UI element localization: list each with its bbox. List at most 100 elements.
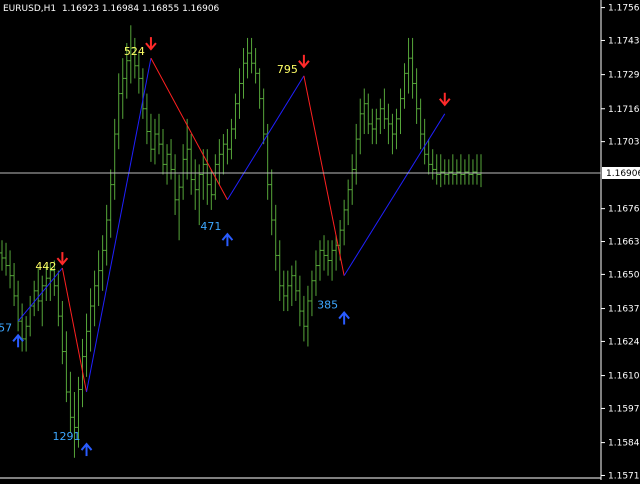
ohlc-bar — [20, 303, 25, 352]
signal-label: 1291 — [53, 430, 81, 443]
ohlc-bar — [281, 270, 286, 312]
ohlc-bar — [309, 270, 314, 317]
ohlc-bar — [454, 159, 459, 185]
signal-markers: 157 442 1291 524 471 795 385 — [0, 37, 451, 457]
ohlc-bar — [330, 240, 335, 281]
ohlc-bar — [100, 235, 105, 291]
sell-arrow-icon — [56, 252, 69, 266]
ohlc-bar — [450, 154, 455, 185]
price-tick-label: 1.15840 — [608, 439, 640, 449]
ohlc-bar — [8, 250, 13, 289]
ohlc-bar — [322, 235, 327, 271]
ohlc-bar — [458, 154, 463, 185]
ohlc-bar — [358, 98, 363, 155]
price-chart[interactable]: 157 442 1291 524 471 795 385 1.175601.174301.1… — [0, 0, 640, 481]
price-tick-label: 1.16505 — [608, 270, 640, 280]
ohlc-bar — [317, 240, 322, 281]
price-axis[interactable]: 1.17560 1.17430 1.17295 1.17160 1.17030 1.167… — [0, 0, 640, 481]
ohlc-bar — [225, 128, 230, 165]
ohlc-bar — [422, 118, 427, 165]
ohlc-bar — [406, 37, 411, 94]
price-tick-label: 1.17430 — [608, 36, 640, 46]
ohlc-bar — [0, 240, 4, 271]
ohlc-bar — [152, 118, 157, 165]
ohlc-bar — [277, 240, 282, 301]
signal-label: 471 — [200, 220, 221, 233]
ohlc-bar — [430, 149, 435, 180]
ohlc-bar — [229, 118, 234, 160]
ohlc-bar — [72, 392, 77, 458]
ohlc-bar — [88, 288, 93, 352]
ohlc-bar — [205, 149, 210, 205]
chart-canvas[interactable]: 1574421291524471795385 1.175601.174301.1… — [0, 0, 640, 481]
ohlc-bar — [434, 154, 439, 185]
signal-label: 524 — [124, 45, 145, 58]
ohlc-bar — [466, 154, 471, 185]
signal-label: 385 — [317, 299, 338, 312]
ohlc-bar — [326, 240, 331, 276]
sell-arrow-icon — [439, 92, 451, 107]
ohlc-bar — [289, 265, 294, 307]
ohlc-bar — [470, 159, 475, 185]
signal-label: 795 — [277, 63, 298, 76]
ohlc-bar — [116, 73, 121, 150]
zigzag-up-segment — [343, 113, 446, 276]
ohlc-bar — [414, 68, 419, 124]
ohlc-bar — [257, 68, 262, 109]
ohlc-bar — [68, 371, 73, 433]
buy-arrow-icon — [221, 232, 234, 247]
ohlc-bar — [56, 270, 61, 327]
ohlc-bar — [169, 139, 174, 180]
ohlc-bar — [156, 113, 161, 155]
ohlc-bar — [241, 48, 246, 99]
ohlc-bar — [12, 263, 17, 307]
ohlc-bar — [221, 134, 226, 175]
ohlc-bar — [350, 154, 355, 205]
ohlc-bar — [301, 295, 306, 342]
ohlc-bar — [438, 154, 443, 188]
price-tick-label: 1.17295 — [608, 71, 640, 81]
ohlc-bar — [96, 250, 101, 307]
ohlc-bar — [132, 37, 137, 79]
chart-title: EURUSD,H1 1.16923 1.16984 1.16855 1.1690… — [3, 4, 220, 14]
signal-label: 442 — [35, 260, 56, 273]
ohlc-bar — [148, 113, 153, 162]
ohlc-bar — [402, 63, 407, 109]
ohlc-bar — [342, 199, 347, 246]
ohlc-bar — [173, 154, 178, 215]
ohlc-bar — [193, 159, 198, 210]
buy-arrow-icon — [80, 442, 93, 457]
ohlc-bar — [378, 98, 383, 135]
ohlc-bars — [0, 25, 483, 458]
ohlc-bar — [165, 144, 170, 185]
price-tick-label: 1.15975 — [608, 404, 640, 414]
ohlc-bar — [462, 159, 467, 185]
signal-label: 157 — [0, 321, 12, 334]
ohlc-bar — [446, 159, 451, 185]
ohlc-bar — [273, 204, 278, 271]
price-tick-label: 1.17030 — [608, 138, 640, 148]
ohlc-bar — [209, 169, 214, 210]
ohlc-bar — [136, 53, 141, 94]
price-tick-label: 1.16635 — [608, 238, 640, 248]
ohlc-bar — [161, 128, 166, 175]
ohlc-bar — [269, 169, 274, 236]
ohlc-bar — [394, 108, 399, 150]
ohlc-bar — [237, 68, 242, 119]
ohlc-bar — [297, 275, 302, 327]
ohlc-bar — [346, 179, 351, 226]
sell-arrow-icon — [298, 54, 310, 69]
ohlc-bar — [366, 93, 371, 135]
ohlc-bar — [418, 98, 423, 150]
buy-arrow-icon — [12, 333, 24, 348]
ohlc-bar — [197, 164, 202, 226]
sell-arrow-icon — [145, 37, 157, 51]
ohlc-bar — [84, 313, 89, 377]
ohlc-bar — [305, 285, 310, 347]
ohlc-bar — [479, 154, 483, 188]
ohlc-bar — [474, 154, 479, 185]
ohlc-bar — [410, 37, 415, 99]
ohlc-bar — [253, 48, 258, 84]
price-tick-label: 1.16240 — [608, 337, 640, 347]
price-tick-label: 1.16370 — [608, 305, 640, 315]
